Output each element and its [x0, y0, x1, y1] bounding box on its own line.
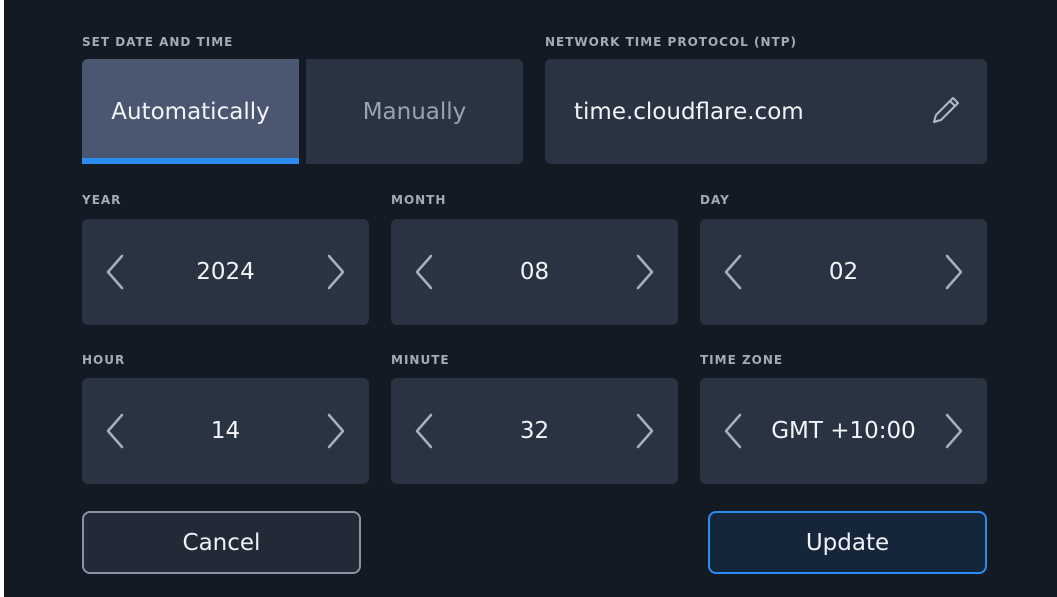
chevron-left-icon[interactable] — [405, 252, 445, 292]
month-stepper: 08 — [391, 219, 678, 325]
set-date-time-label: SET DATE AND TIME — [82, 35, 234, 49]
chevron-right-icon[interactable] — [624, 411, 664, 451]
minute-stepper: 32 — [391, 378, 678, 484]
chevron-left-icon[interactable] — [714, 252, 754, 292]
automatically-option-label: Automatically — [111, 98, 270, 125]
chevron-right-icon[interactable] — [315, 411, 355, 451]
ntp-label: NETWORK TIME PROTOCOL (NTP) — [545, 35, 797, 49]
time-zone-stepper: GMT +10:00 — [700, 378, 987, 484]
year-label: YEAR — [82, 193, 122, 207]
pencil-icon[interactable] — [925, 91, 965, 131]
minute-label: MINUTE — [391, 353, 450, 367]
date-time-settings-screen: SET DATE AND TIME Automatically Manually… — [4, 0, 1057, 597]
manually-option-label: Manually — [362, 98, 467, 125]
year-stepper: 2024 — [82, 219, 369, 325]
hour-stepper: 14 — [82, 378, 369, 484]
automatically-option[interactable]: Automatically — [82, 59, 299, 164]
selected-indicator — [82, 158, 299, 164]
ntp-server-value: time.cloudflare.com — [574, 98, 804, 125]
chevron-left-icon[interactable] — [714, 411, 754, 451]
chevron-right-icon[interactable] — [933, 252, 973, 292]
chevron-right-icon[interactable] — [315, 252, 355, 292]
day-label: DAY — [700, 193, 730, 207]
time-zone-label: TIME ZONE — [700, 353, 784, 367]
ntp-server-field[interactable]: time.cloudflare.com — [545, 59, 987, 164]
chevron-left-icon[interactable] — [405, 411, 445, 451]
hour-label: HOUR — [82, 353, 126, 367]
day-stepper: 02 — [700, 219, 987, 325]
chevron-left-icon[interactable] — [96, 252, 136, 292]
month-label: MONTH — [391, 193, 447, 207]
cancel-button[interactable]: Cancel — [82, 511, 361, 574]
update-button[interactable]: Update — [708, 511, 987, 574]
chevron-left-icon[interactable] — [96, 411, 136, 451]
chevron-right-icon[interactable] — [624, 252, 664, 292]
chevron-right-icon[interactable] — [933, 411, 973, 451]
manually-option[interactable]: Manually — [306, 59, 523, 164]
